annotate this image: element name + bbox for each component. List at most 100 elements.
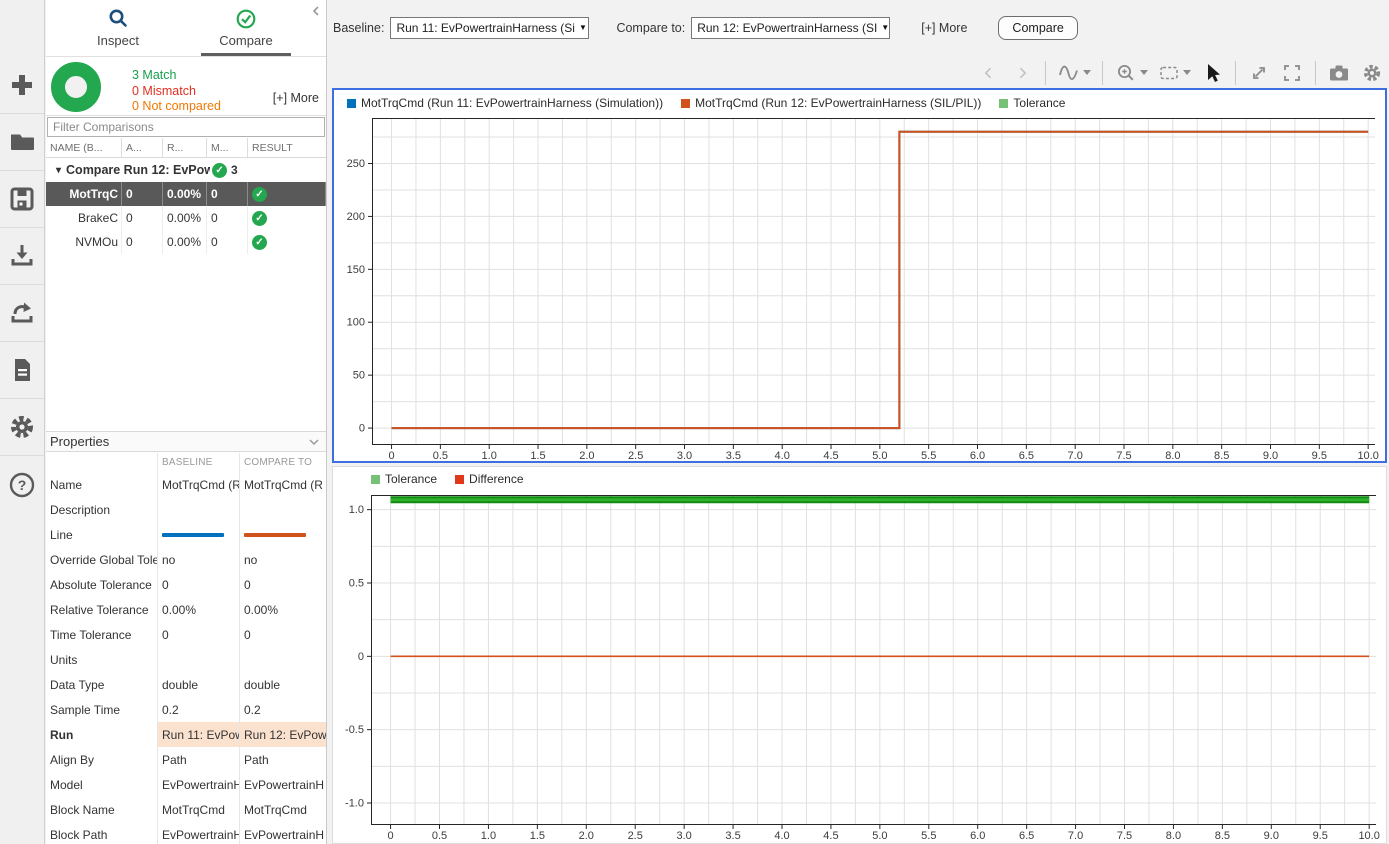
svg-text:7.0: 7.0 xyxy=(1068,450,1083,461)
compare-button[interactable]: Compare xyxy=(998,16,1077,40)
help-button[interactable]: ? xyxy=(0,456,44,513)
collapse-panel-button[interactable] xyxy=(310,4,322,22)
svg-text:5.5: 5.5 xyxy=(921,830,936,842)
property-row[interactable]: Block PathEvPowertrainHEvPowertrainH xyxy=(46,822,326,844)
legend-item[interactable]: Tolerance xyxy=(999,96,1065,110)
property-label: Time Tolerance xyxy=(46,622,158,647)
property-row[interactable]: Absolute Tolerance00 xyxy=(46,572,326,597)
pointer-tool-button[interactable] xyxy=(1200,60,1224,86)
comparison-table: NAME (B...A...R...M...RESULT ▾ Compare R… xyxy=(46,138,326,254)
svg-text:0: 0 xyxy=(388,450,394,461)
property-baseline-value: 0.00% xyxy=(158,597,240,622)
property-label: Run xyxy=(46,722,158,747)
property-row[interactable]: Override Global Tolenono xyxy=(46,547,326,572)
svg-text:0.5: 0.5 xyxy=(433,450,448,461)
property-row[interactable]: Units xyxy=(46,647,326,672)
svg-text:1.5: 1.5 xyxy=(530,450,545,461)
column-header[interactable]: NAME (B... xyxy=(46,138,122,157)
filter-comparisons-input[interactable] xyxy=(47,117,325,137)
chevron-down-icon xyxy=(308,436,320,448)
column-header[interactable]: M... xyxy=(207,138,248,157)
svg-text:4.5: 4.5 xyxy=(823,830,838,842)
expand-plot-button[interactable] xyxy=(1247,60,1271,86)
preferences-gear-icon xyxy=(7,412,37,442)
dropdown-caret-icon[interactable] xyxy=(1183,70,1191,76)
property-compare-value xyxy=(240,497,326,522)
dropdown-caret-icon[interactable] xyxy=(1083,70,1091,76)
nav-forward-button[interactable] xyxy=(1010,60,1034,86)
svg-text:0.5: 0.5 xyxy=(349,578,364,590)
property-label: Data Type xyxy=(46,672,158,697)
import-button[interactable] xyxy=(0,228,44,285)
svg-text:9.5: 9.5 xyxy=(1313,830,1328,842)
simulation-data-inspector-window: ? Inspect Compare xyxy=(0,0,1389,844)
comparison-plot-panel[interactable]: MotTrqCmd (Run 11: EvPowertrainHarness (… xyxy=(332,88,1387,463)
comparison-row[interactable]: NVMOu00.00%0✓ xyxy=(46,230,326,254)
comparison-group-row[interactable]: ▾ Compare Run 12: EvPowertrainH ✓ 3 xyxy=(46,158,326,182)
comparison-plot[interactable]: 00.51.01.52.02.53.03.54.04.55.05.56.06.5… xyxy=(334,116,1383,461)
report-button[interactable] xyxy=(0,342,44,399)
save-button[interactable] xyxy=(0,171,44,228)
summary-more-link[interactable]: [+] More xyxy=(273,91,319,105)
data-cursor-button[interactable] xyxy=(1057,60,1081,86)
property-compare-value: no xyxy=(240,547,326,572)
property-row[interactable]: Data Typedoubledouble xyxy=(46,672,326,697)
zoom-region-button[interactable] xyxy=(1157,60,1181,86)
compare-to-label: Compare to: xyxy=(616,21,685,35)
plot-settings-button[interactable] xyxy=(1360,60,1384,86)
properties-header[interactable]: Properties xyxy=(46,431,326,452)
property-row[interactable]: RunRun 11: EvPowRun 12: EvPow xyxy=(46,722,326,747)
fullscreen-button[interactable] xyxy=(1280,60,1304,86)
legend-item[interactable]: MotTrqCmd (Run 11: EvPowertrainHarness (… xyxy=(347,96,663,110)
legend-swatch xyxy=(999,99,1008,108)
legend-item[interactable]: Tolerance xyxy=(371,472,437,486)
property-row[interactable]: Description xyxy=(46,497,326,522)
svg-text:0: 0 xyxy=(359,423,365,435)
svg-text:2.0: 2.0 xyxy=(579,830,594,842)
expand-icon xyxy=(1249,63,1269,83)
tab-inspect[interactable]: Inspect xyxy=(54,0,182,56)
nav-back-button[interactable] xyxy=(977,60,1001,86)
property-row[interactable]: Time Tolerance00 xyxy=(46,622,326,647)
more-options-link[interactable]: [+] More xyxy=(921,21,967,35)
save-icon xyxy=(9,186,35,212)
baseline-run-dropdown[interactable]: Run 11: EvPowertrainHarness (Si▼ xyxy=(390,17,589,39)
svg-text:9.0: 9.0 xyxy=(1263,450,1278,461)
property-row[interactable]: Relative Tolerance0.00%0.00% xyxy=(46,597,326,622)
svg-text:2.5: 2.5 xyxy=(628,450,643,461)
compare-run-dropdown[interactable]: Run 12: EvPowertrainHarness (SI▼ xyxy=(691,17,890,39)
export-button[interactable] xyxy=(0,285,44,342)
svg-text:1.0: 1.0 xyxy=(482,450,497,461)
match-donut-chart xyxy=(51,62,101,112)
nav-back-icon xyxy=(981,65,997,81)
legend-item[interactable]: Difference xyxy=(455,472,523,486)
property-row[interactable]: Align ByPathPath xyxy=(46,747,326,772)
tab-compare[interactable]: Compare xyxy=(182,0,310,56)
property-row[interactable]: Sample Time0.20.2 xyxy=(46,697,326,722)
svg-text:1.0: 1.0 xyxy=(349,504,364,516)
dropdown-caret-icon[interactable] xyxy=(1140,70,1148,76)
difference-plot-panel[interactable]: ToleranceDifference 00.51.01.52.02.53.03… xyxy=(332,466,1387,844)
snapshot-button[interactable] xyxy=(1327,60,1351,86)
export-icon xyxy=(8,299,36,327)
preferences-button[interactable] xyxy=(0,399,44,456)
legend-label: Difference xyxy=(469,472,523,486)
difference-plot[interactable]: 00.51.01.52.02.53.03.54.04.55.05.56.06.5… xyxy=(333,491,1384,844)
column-header[interactable]: RESULT xyxy=(248,138,326,157)
property-row[interactable]: Line xyxy=(46,522,326,547)
difference-plot-legend: Tolerance Difference xyxy=(333,467,1386,491)
open-button[interactable] xyxy=(0,114,44,171)
column-header[interactable]: A... xyxy=(122,138,163,157)
property-baseline-value: 0 xyxy=(158,572,240,597)
comparison-row[interactable]: BrakeC00.00%0✓ xyxy=(46,206,326,230)
zoom-in-button[interactable] xyxy=(1114,60,1138,86)
add-button[interactable] xyxy=(0,57,44,114)
cell-rel: 0.00% xyxy=(163,182,207,206)
column-header[interactable]: R... xyxy=(163,138,207,157)
comparison-row[interactable]: MotTrqC00.00%0✓ xyxy=(46,182,326,206)
property-row[interactable]: NameMotTrqCmd (RMotTrqCmd (R xyxy=(46,472,326,497)
property-row[interactable]: ModelEvPowertrainHEvPowertrainH xyxy=(46,772,326,797)
legend-item[interactable]: MotTrqCmd (Run 12: EvPowertrainHarness (… xyxy=(681,96,981,110)
svg-text:0: 0 xyxy=(358,651,364,663)
property-row[interactable]: Block NameMotTrqCmdMotTrqCmd xyxy=(46,797,326,822)
